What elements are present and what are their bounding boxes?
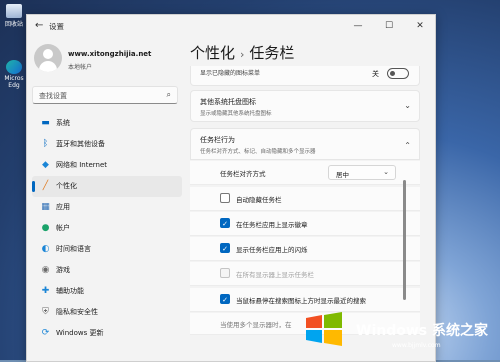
avatar-head-icon	[43, 49, 53, 59]
sidebar-item-windows-update[interactable]: ⟳ Windows 更新	[32, 323, 182, 344]
account-type: 本地帐户	[68, 64, 93, 71]
sidebar-item-gaming[interactable]: ◉ 游戏	[32, 260, 182, 281]
checkbox-label: 在所有显示器上显示任务栏	[236, 271, 314, 279]
sidebar-item-label: 游戏	[56, 266, 70, 274]
page-title: 任务栏	[249, 44, 295, 62]
sidebar-item-accounts[interactable]: ● 帐户	[32, 218, 182, 239]
checkbox-label: 在任务栏应用上显示徽章	[236, 221, 308, 229]
sidebar-item-apps[interactable]: ▦ 应用	[32, 197, 182, 218]
all-displays-checkbox	[220, 268, 230, 278]
desktop-icon-label: Micros Edg	[4, 75, 24, 89]
hidden-icons-menu-toggle[interactable]	[387, 68, 409, 79]
toggle-knob	[390, 71, 395, 76]
shield-icon: ⛨	[42, 307, 49, 317]
accessibility-icon: ✚	[41, 286, 50, 296]
sidebar-item-personalization[interactable]: ╱ 个性化	[32, 176, 182, 197]
multi-display-label: 当使用多个显示器时，在	[220, 321, 292, 329]
taskbar-behaviors-label: 任务栏行为	[200, 136, 235, 144]
breadcrumb: 个性化 › 任务栏	[190, 42, 294, 63]
select-value: 居中	[336, 171, 349, 179]
other-tray-icons-sub: 显示或隐藏其他系统托盘图标	[200, 111, 272, 117]
search-box[interactable]: ⌕	[32, 86, 178, 104]
chevron-down-icon: ⌄	[383, 168, 389, 176]
taskbar-alignment-row: 任务栏对齐方式 居中 ⌄	[190, 161, 420, 185]
sidebar-item-label: 时间和语言	[56, 245, 91, 253]
recycle-bin-icon	[6, 4, 22, 18]
taskbar-behaviors-sub: 任务栏对齐方式、标记、自动隐藏和多个显示器	[200, 149, 316, 155]
sidebar-item-label: 蓝牙和其他设备	[56, 140, 105, 148]
edge-icon	[6, 60, 22, 74]
sidebar-item-label: 帐户	[56, 224, 70, 232]
sidebar-item-network[interactable]: ◆ 网络和 Internet	[32, 155, 182, 176]
bluetooth-icon: ᛒ	[42, 139, 49, 149]
breadcrumb-parent[interactable]: 个性化	[190, 44, 235, 62]
update-icon: ⟳	[41, 328, 50, 338]
sidebar-item-accessibility[interactable]: ✚ 辅助功能	[32, 281, 182, 302]
sidebar-item-label: 辅助功能	[56, 287, 84, 295]
wifi-icon: ◆	[42, 160, 49, 170]
taskbar-alignment-label: 任务栏对齐方式	[220, 170, 266, 178]
sidebar-item-label: 应用	[56, 203, 70, 211]
hidden-icons-menu-card: 显示已隐藏的图标菜单 关	[190, 66, 420, 86]
close-button[interactable]: ✕	[405, 17, 435, 35]
apps-icon: ▦	[41, 202, 50, 212]
account-icon: ●	[41, 223, 50, 233]
setting-row-auto-hide[interactable]: 自动隐藏任务栏	[190, 187, 420, 211]
search-input[interactable]	[37, 89, 161, 103]
avatar[interactable]	[34, 44, 62, 72]
desktop-icon-edge[interactable]: Micros Edg	[4, 60, 24, 89]
desktop-icon-label: 回收站	[4, 21, 23, 28]
sidebar-item-bluetooth[interactable]: ᛒ 蓝牙和其他设备	[32, 134, 182, 155]
avatar-body-icon	[39, 61, 57, 72]
window-title: 设置	[49, 22, 64, 31]
title-bar[interactable]: ← 设置 — ☐ ✕	[27, 15, 435, 37]
other-tray-icons-card[interactable]: 其他系统托盘图标 显示或隐藏其他系统托盘图标 ⌄	[190, 90, 420, 122]
taskbar-alignment-select[interactable]: 居中 ⌄	[328, 165, 396, 180]
watermark-brand: Windows 系统之家	[356, 323, 488, 339]
sidebar-item-label: Windows 更新	[56, 329, 104, 337]
sidebar-item-label: 系统	[56, 119, 70, 127]
sidebar-item-privacy[interactable]: ⛨ 隐私和安全性	[32, 302, 182, 323]
sidebar-nav: ▬ 系统 ᛒ 蓝牙和其他设备 ◆ 网络和 Internet ╱ 个性化 ▦ 应用…	[32, 113, 182, 344]
checkbox-label: 当鼠标悬停在搜索图标上方时显示最近的搜索	[236, 297, 366, 305]
hidden-icons-menu-label: 显示已隐藏的图标菜单	[200, 70, 261, 77]
maximize-button[interactable]: ☐	[374, 17, 404, 35]
flashing-checkbox[interactable]: ✓	[220, 243, 230, 253]
back-arrow-icon[interactable]: ←	[35, 20, 43, 31]
taskbar-behaviors-card[interactable]: 任务栏行为 任务栏对齐方式、标记、自动隐藏和多个显示器 ⌃	[190, 128, 420, 160]
gamepad-icon: ◉	[41, 265, 50, 275]
sidebar-item-label: 个性化	[56, 182, 77, 190]
chevron-down-icon[interactable]: ⌄	[404, 101, 411, 110]
chevron-up-icon[interactable]: ⌃	[404, 141, 411, 150]
windows-logo-icon	[306, 312, 342, 346]
search-icon[interactable]: ⌕	[167, 90, 171, 100]
setting-row-badges[interactable]: ✓ 在任务栏应用上显示徽章	[190, 212, 420, 236]
minimize-button[interactable]: —	[343, 17, 373, 35]
sidebar-item-label: 隐私和安全性	[56, 308, 98, 316]
recent-searches-checkbox[interactable]: ✓	[220, 294, 230, 304]
user-name: www.xitongzhijia.net	[68, 50, 152, 58]
watermark-url: www.bjjmlv.com	[392, 342, 441, 349]
checkbox-label: 自动隐藏任务栏	[236, 196, 282, 204]
checkbox-label: 显示任务栏应用上的闪烁	[236, 246, 308, 254]
toggle-state-label: 关	[372, 70, 379, 78]
sidebar-item-system[interactable]: ▬ 系统	[32, 113, 182, 134]
system-icon: ▬	[41, 118, 50, 128]
scrollbar[interactable]	[403, 180, 406, 300]
brush-icon: ╱	[42, 181, 49, 191]
sidebar-item-label: 网络和 Internet	[56, 161, 108, 169]
setting-row-flashing[interactable]: ✓ 显示任务栏应用上的闪烁	[190, 237, 420, 261]
globe-clock-icon: ◐	[41, 244, 50, 254]
setting-row-all-displays: 在所有显示器上显示任务栏	[190, 262, 420, 286]
badges-checkbox[interactable]: ✓	[220, 218, 230, 228]
desktop-icon-recycle-bin[interactable]: 回收站	[4, 4, 24, 28]
auto-hide-checkbox[interactable]	[220, 193, 230, 203]
watermark: Windows 系统之家 www.bjjmlv.com	[300, 306, 498, 356]
other-tray-icons-label: 其他系统托盘图标	[200, 98, 256, 106]
breadcrumb-separator-icon: ›	[240, 48, 245, 61]
sidebar-item-time-language[interactable]: ◐ 时间和语言	[32, 239, 182, 260]
